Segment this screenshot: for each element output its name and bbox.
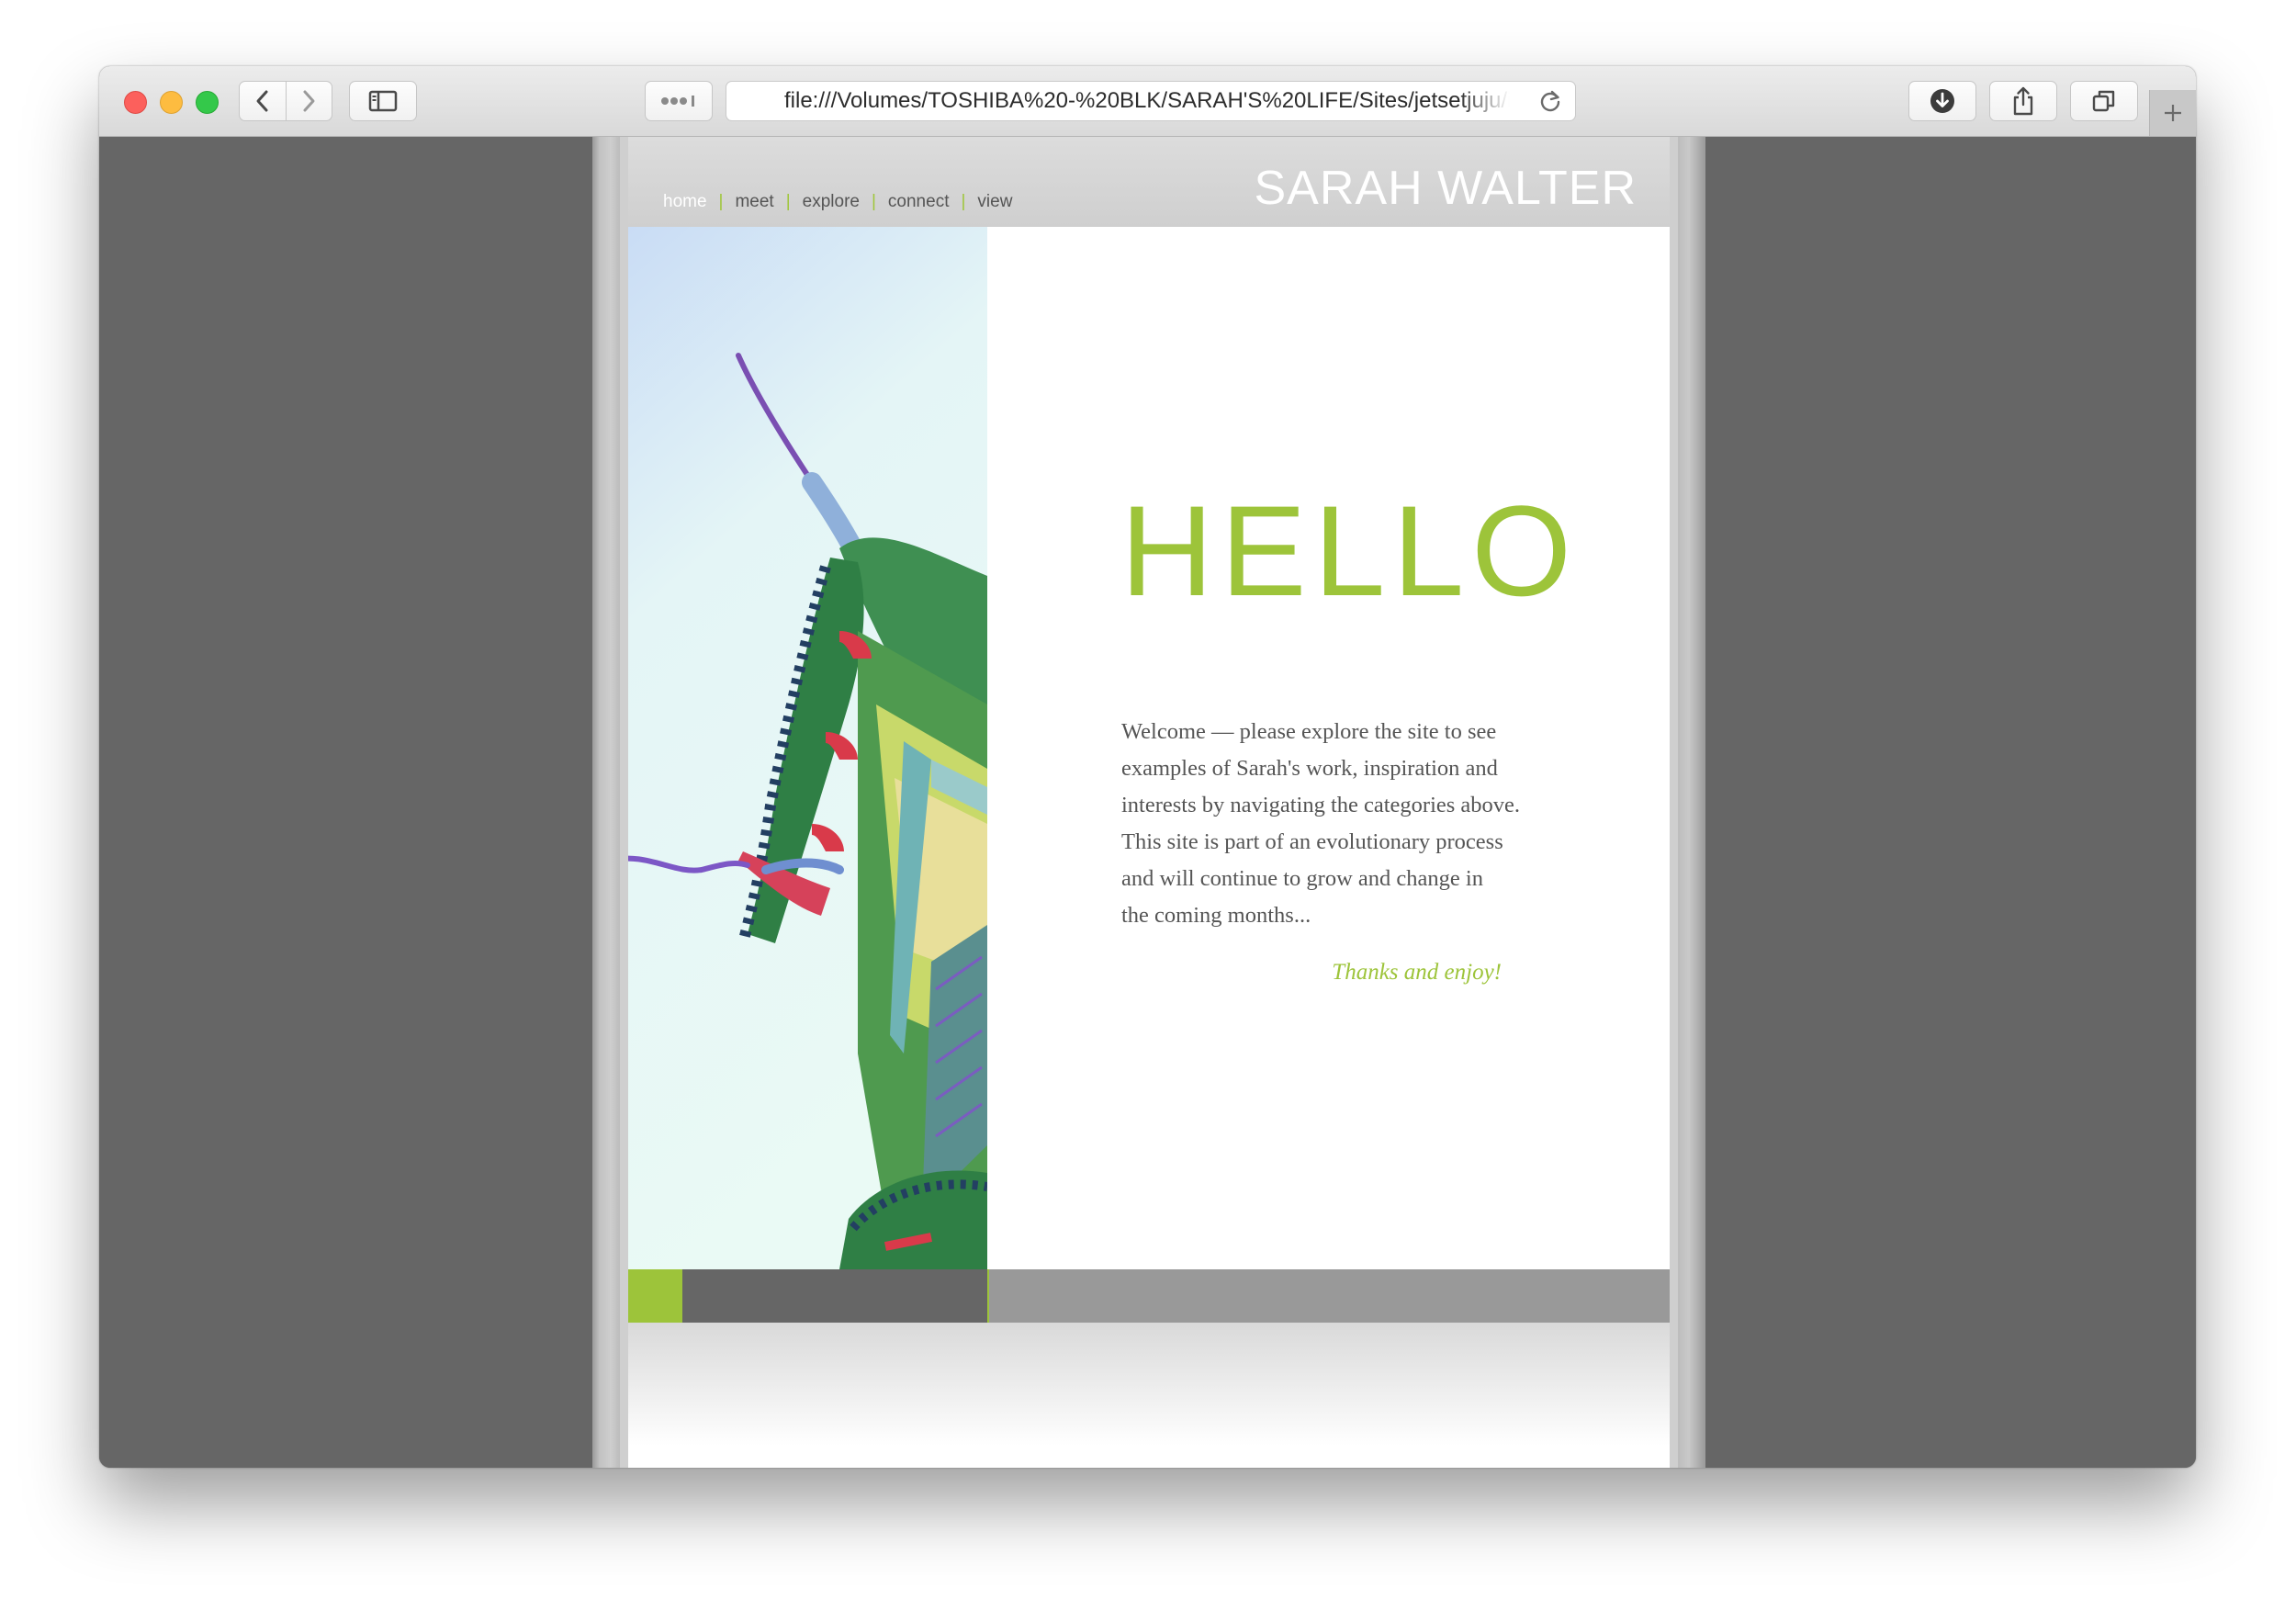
nav-view[interactable]: view	[977, 192, 1012, 212]
pagoda-image	[628, 227, 987, 1269]
welcome-line: examples of Sarah's work, inspiration an…	[1121, 756, 1498, 781]
site-header: home | meet | explore | connect | view S…	[628, 137, 1670, 227]
hello-heading: HELLO	[1120, 479, 1580, 623]
history-nav	[239, 81, 332, 121]
share-icon	[2013, 86, 2033, 116]
nav-separator: |	[785, 192, 791, 211]
welcome-line: and will continue to grow and change in	[1121, 866, 1483, 891]
tabs-icon	[2092, 90, 2115, 112]
download-icon	[1930, 89, 1954, 113]
web-content: home | meet | explore | connect | view S…	[99, 137, 2196, 1468]
nav-connect[interactable]: connect	[888, 192, 950, 212]
welcome-line: Welcome — please explore the site to see	[1121, 719, 1497, 744]
site-nav: home | meet | explore | connect | view	[663, 192, 1012, 212]
new-tab-icon	[2165, 105, 2181, 121]
reader-button[interactable]	[645, 81, 713, 121]
sidebar-button[interactable]	[349, 81, 417, 121]
nav-separator: |	[871, 192, 876, 211]
main-content: HELLO Welcome — please explore the site …	[987, 227, 1670, 1269]
downloads-button[interactable]	[1908, 81, 1976, 121]
share-button[interactable]	[1989, 81, 2057, 121]
back-icon	[256, 90, 268, 112]
sidebar-icon	[368, 90, 398, 112]
new-tab-button[interactable]	[2149, 90, 2196, 136]
site-brand: SARAH WALTER	[1254, 162, 1637, 215]
tabs-button[interactable]	[2070, 81, 2138, 121]
footer-dark-bar	[682, 1269, 987, 1323]
footer-light-bar	[987, 1269, 1670, 1323]
nav-home[interactable]: home	[663, 192, 707, 212]
address-bar[interactable]: file:///Volumes/TOSHIBA%20-%20BLK/SARAH'…	[726, 81, 1576, 121]
page: home | meet | explore | connect | view S…	[628, 137, 1670, 1468]
forward-button[interactable]	[285, 82, 332, 120]
forward-icon	[303, 90, 315, 112]
minimize-window-button[interactable]	[160, 91, 183, 114]
browser-window: file:///Volumes/TOSHIBA%20-%20BLK/SARAH'…	[99, 66, 2196, 1468]
back-button[interactable]	[240, 82, 286, 120]
nav-separator: |	[961, 192, 966, 211]
footer-fade	[628, 1323, 1670, 1468]
zoom-window-button[interactable]	[196, 91, 219, 114]
welcome-line: interests by navigating the categories a…	[1121, 793, 1521, 817]
welcome-line: This site is part of an evolutionary pro…	[1121, 829, 1503, 854]
welcome-text: Welcome — please explore the site to see…	[1121, 714, 1525, 934]
url-text: file:///Volumes/TOSHIBA%20-%20BLK/SARAH'…	[784, 88, 1510, 113]
reader-icon	[661, 96, 694, 107]
reload-icon[interactable]	[1538, 90, 1562, 114]
browser-toolbar: file:///Volumes/TOSHIBA%20-%20BLK/SARAH'…	[99, 66, 2196, 137]
nav-separator: |	[718, 192, 724, 211]
nav-meet[interactable]: meet	[735, 192, 773, 212]
nav-explore[interactable]: explore	[803, 192, 860, 212]
footer-accent-block	[628, 1269, 682, 1323]
welcome-line: the coming months...	[1121, 903, 1311, 928]
thanks-text: Thanks and enjoy!	[1332, 960, 1502, 985]
close-window-button[interactable]	[124, 91, 147, 114]
pagoda-photo	[628, 227, 987, 1269]
